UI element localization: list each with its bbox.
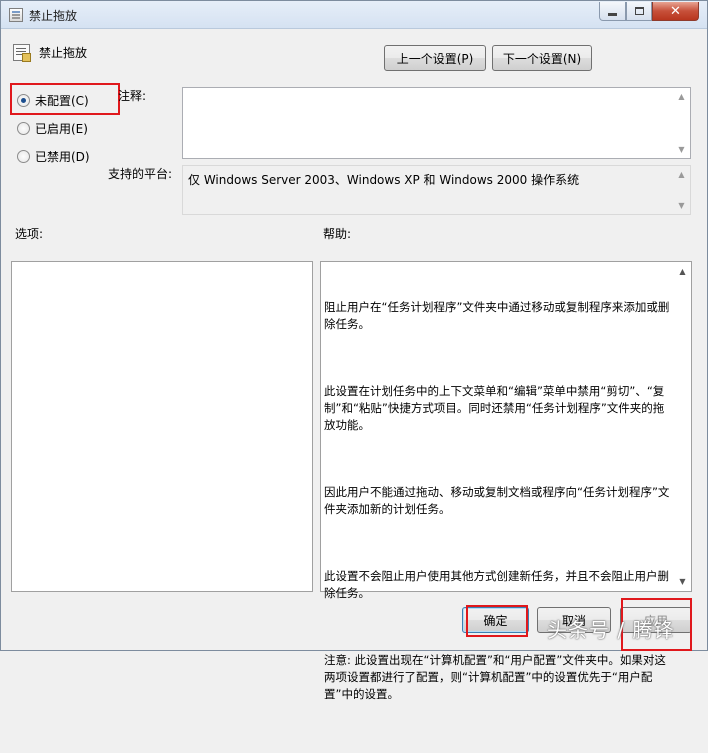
minimize-button[interactable] — [599, 2, 626, 21]
minimize-icon — [608, 12, 617, 16]
help-scrollbar[interactable]: ▲ ▼ — [674, 262, 691, 591]
help-pane: 阻止用户在“任务计划程序”文件夹中通过移动或复制程序来添加或删除任务。 此设置在… — [320, 261, 692, 701]
help-paragraph: 阻止用户在“任务计划程序”文件夹中通过移动或复制程序来添加或删除任务。 — [324, 300, 670, 331]
highlight-box — [10, 83, 120, 115]
radio-label: 已启用(E) — [35, 122, 88, 136]
scroll-down-icon[interactable]: ▼ — [679, 577, 685, 586]
scroll-up-icon[interactable]: ▲ — [678, 170, 684, 179]
policy-name: 禁止拖放 — [39, 46, 88, 60]
comment-scrollbar[interactable]: ▲ ▼ — [673, 88, 690, 158]
platform-scrollbar[interactable]: ▲ ▼ — [673, 166, 690, 214]
window-title: 禁止拖放 — [29, 9, 78, 23]
previous-setting-button[interactable]: 上一个设置(P) — [384, 45, 486, 71]
help-paragraph: 此设置不会阻止用户使用其他方式创建新任务，并且不会阻止用户删除任务。 — [324, 569, 669, 600]
comment-label: 注释: — [118, 89, 147, 103]
radio-button[interactable] — [17, 122, 30, 135]
title-bar[interactable]: 禁止拖放 ✕ — [1, 1, 707, 29]
radio-disabled[interactable]: 已禁用(D) — [17, 148, 90, 165]
watermark-text: 头条号 / 腾锋 — [547, 618, 675, 642]
maximize-icon — [634, 7, 644, 15]
comment-textarea[interactable]: ▲ ▼ — [182, 87, 691, 159]
help-paragraph: 因此用户不能通过拖动、移动或复制文档或程序向“任务计划程序”文件夹添加新的计划任… — [324, 485, 670, 516]
policy-dialog: 禁止拖放 ✕ 禁止拖放 上一个设置(P) 下一个设置(N) 未配置(C) 已启用… — [0, 0, 708, 701]
options-label: 选项: — [15, 227, 44, 241]
platform-field: 仅 Windows Server 2003、Windows XP 和 Windo… — [182, 165, 691, 215]
radio-enabled[interactable]: 已启用(E) — [17, 120, 88, 137]
scroll-down-icon[interactable]: ▼ — [678, 201, 684, 210]
maximize-button[interactable] — [626, 2, 652, 21]
highlight-box — [466, 605, 528, 637]
help-paragraph: 此设置在计划任务中的上下文菜单和“编辑”菜单中禁用“剪切”、“复制”和“粘贴”快… — [324, 384, 665, 432]
policy-document-icon — [13, 44, 31, 62]
next-setting-button[interactable]: 下一个设置(N) — [492, 45, 592, 71]
policy-setting-icon — [9, 8, 23, 22]
help-paragraph: 注意: 此设置出现在“计算机配置”和“用户配置”文件夹中。如果对这两项设置都进行… — [324, 653, 666, 701]
radio-label: 已禁用(D) — [35, 150, 90, 164]
options-pane — [11, 261, 313, 592]
platform-label: 支持的平台: — [108, 167, 173, 181]
scroll-up-icon[interactable]: ▲ — [678, 92, 684, 101]
close-icon: ✕ — [670, 3, 681, 19]
close-button[interactable]: ✕ — [652, 2, 699, 21]
scroll-down-icon[interactable]: ▼ — [678, 145, 684, 154]
radio-button[interactable] — [17, 150, 30, 163]
help-text: 阻止用户在“任务计划程序”文件夹中通过移动或复制程序来添加或删除任务。 此设置在… — [324, 265, 671, 753]
platform-value: 仅 Windows Server 2003、Windows XP 和 Windo… — [188, 173, 580, 187]
help-label: 帮助: — [323, 227, 352, 241]
scroll-up-icon[interactable]: ▲ — [679, 267, 685, 276]
